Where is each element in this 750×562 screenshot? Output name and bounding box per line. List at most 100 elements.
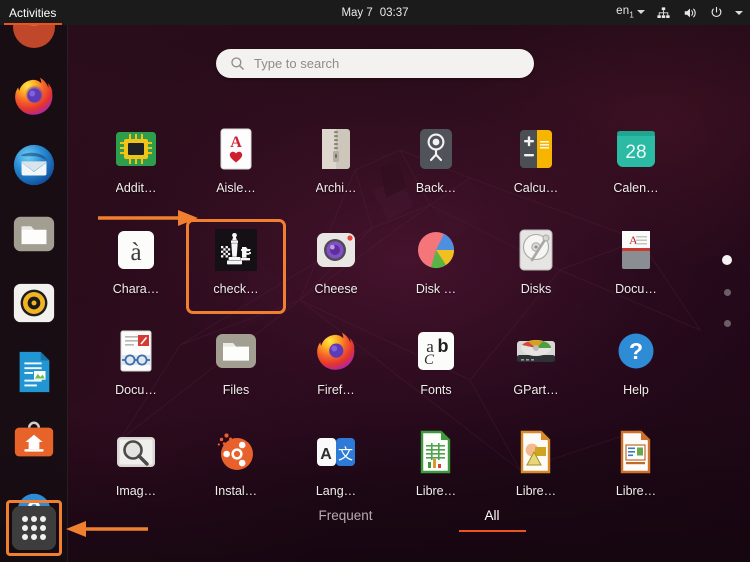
app-item-calendar[interactable]: 28 Calen… [586, 118, 686, 213]
app-item-libreoffice-draw[interactable]: Libre… [486, 421, 586, 516]
app-item-chess[interactable]: check… [186, 219, 286, 314]
app-item-backups[interactable]: Back… [386, 118, 486, 213]
view-selector-tabs: Frequent All [0, 504, 750, 532]
show-applications-button[interactable] [6, 500, 62, 556]
top-bar: Activities May 7 03:37 en1 [0, 0, 750, 25]
clock-date: May 7 [341, 6, 373, 19]
tab-all[interactable]: All [458, 504, 526, 532]
app-label: Back… [415, 181, 457, 195]
app-label: Archi… [315, 181, 357, 195]
tab-frequent[interactable]: Frequent [292, 504, 398, 532]
clock-button[interactable]: May 7 03:37 [341, 7, 408, 19]
volume-icon-glyph [684, 8, 696, 17]
app-item-archive-manager[interactable]: Archi… [286, 118, 386, 213]
app-item-cheese[interactable]: Cheese [286, 219, 386, 314]
tab-all-label: All [484, 508, 500, 523]
archive-manager-icon [313, 126, 359, 172]
app-item-help[interactable]: ? Help [586, 320, 686, 415]
page-indicator [722, 255, 732, 327]
dock-item-ubuntu-software[interactable] [10, 417, 58, 465]
power-icon[interactable] [709, 6, 724, 20]
chevron-down-icon [735, 10, 743, 15]
app-item-image-viewer[interactable]: Imag… [86, 421, 186, 516]
grid-dot [40, 534, 47, 541]
backups-icon [413, 126, 459, 172]
grid-dot [40, 524, 47, 531]
search-placeholder: Type to search [254, 56, 340, 71]
dock-item-libreoffice-writer[interactable] [10, 348, 58, 396]
help-icon: ? [613, 328, 659, 374]
dock-item-files[interactable] [10, 210, 58, 258]
clock-time: 03:37 [379, 6, 409, 19]
disk-usage-analyzer-icon [413, 227, 459, 273]
volume-icon[interactable] [682, 6, 698, 20]
libreoffice-draw-icon [513, 429, 559, 475]
app-label: Fonts [420, 383, 452, 397]
app-item-files[interactable]: Files [186, 320, 286, 415]
grid-icon [12, 506, 56, 550]
page-dot-1[interactable] [722, 255, 732, 265]
app-label: Calen… [613, 181, 659, 195]
thunderbird-icon [13, 144, 55, 186]
app-label: Disks [520, 282, 552, 296]
keyboard-layout-indicator[interactable]: en1 [616, 5, 645, 20]
chevron-down-icon [637, 10, 645, 15]
activities-button[interactable]: Activities [0, 0, 66, 25]
app-item-disk-usage-analyzer[interactable]: Disk … [386, 219, 486, 314]
app-label: Cheese [314, 282, 358, 296]
system-menu-chevron-down-icon[interactable] [735, 10, 743, 15]
grid-dot [21, 534, 28, 541]
app-label: Addit… [115, 181, 157, 195]
calendar-day-number: 28 [625, 142, 646, 163]
grid-dot [30, 524, 37, 531]
network-icon[interactable] [656, 6, 671, 20]
language-support-icon: A 文 [313, 429, 359, 475]
app-item-characters[interactable]: à Chara… [86, 219, 186, 314]
app-item-install-ubuntu[interactable]: Instal… [186, 421, 286, 516]
app-label: Docu… [115, 383, 157, 397]
document-scanner-icon [113, 328, 159, 374]
app-item-language-support[interactable]: A 文 Lang… [286, 421, 386, 516]
app-item-disks[interactable]: Disks [486, 219, 586, 314]
power-icon-glyph [711, 6, 722, 17]
app-item-calculator[interactable]: Calcu… [486, 118, 586, 213]
dock-item-thunderbird[interactable] [10, 141, 58, 189]
image-viewer-icon [113, 429, 159, 475]
app-label: Files [222, 383, 250, 397]
grid-dot [40, 515, 47, 522]
app-item-document-scanner[interactable]: Docu… [86, 320, 186, 415]
app-label: Disk … [415, 282, 457, 296]
system-tray: en1 [616, 0, 743, 25]
svg-text:b: b [438, 336, 449, 356]
app-label: Libre… [615, 484, 657, 498]
grid-dot [21, 515, 28, 522]
keyboard-layout-label: en1 [616, 5, 634, 20]
app-item-gparted[interactable]: GPart… [486, 320, 586, 415]
app-item-libreoffice-impress[interactable]: Libre… [586, 421, 686, 516]
app-item-firefox[interactable]: Firef… [286, 320, 386, 415]
page-dot-3[interactable] [723, 320, 731, 327]
dock-item-rhythmbox[interactable] [10, 279, 58, 327]
grid-dot [30, 534, 37, 541]
app-item-libreoffice-calc[interactable]: Libre… [386, 421, 486, 516]
page-dot-2[interactable] [723, 289, 731, 296]
libreoffice-impress-icon [613, 429, 659, 475]
firefox-icon [15, 77, 53, 115]
app-item-aisleriot-solitaire[interactable]: A Aisle… [186, 118, 286, 213]
tab-frequent-label: Frequent [318, 508, 373, 523]
app-label: Chara… [112, 282, 160, 296]
install-ubuntu-icon [213, 429, 259, 475]
svg-text:A: A [230, 134, 242, 151]
files-icon [213, 328, 259, 374]
svg-text:?: ? [629, 338, 643, 364]
gparted-icon [513, 328, 559, 374]
app-item-additional-drivers[interactable]: Addit… [86, 118, 186, 213]
search-input[interactable]: Type to search [216, 49, 534, 78]
app-label: Firef… [317, 383, 355, 397]
svg-text:C: C [424, 352, 435, 368]
dock-item-firefox[interactable] [10, 72, 58, 120]
app-label: Help [623, 383, 649, 397]
app-label: Lang… [315, 484, 357, 498]
app-item-fonts[interactable]: a b C Fonts [386, 320, 486, 415]
app-item-document-viewer[interactable]: A Docu… [586, 219, 686, 314]
